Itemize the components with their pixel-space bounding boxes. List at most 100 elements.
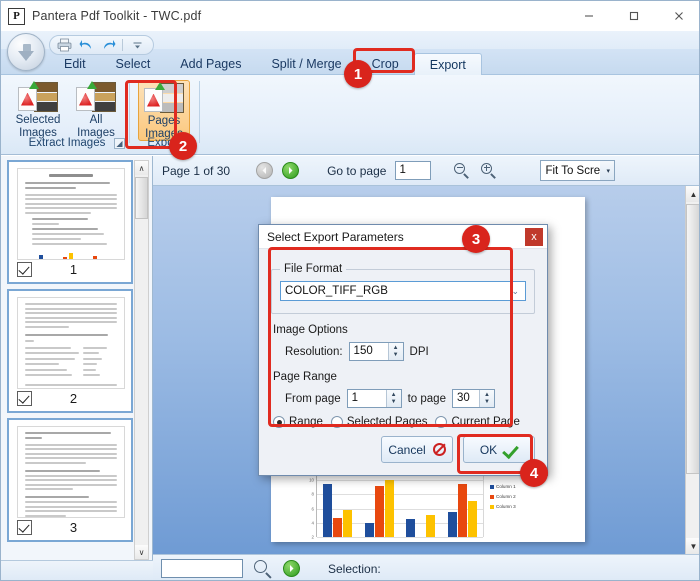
goto-page-input[interactable]: 1 [395, 161, 432, 180]
thumbnail-item-1[interactable]: 1 [7, 160, 133, 284]
ribbon-panel: Selected Images All Images Extract Image… [1, 75, 699, 155]
file-format-select[interactable]: COLOR_TIFF_RGB ⌄ [280, 281, 526, 301]
close-button[interactable] [656, 1, 699, 31]
chart-bars [317, 466, 483, 537]
next-page-button[interactable] [282, 162, 300, 179]
ribbon-button-label: Pages [147, 115, 181, 127]
ok-button[interactable]: OK [463, 436, 535, 463]
tab-edit[interactable]: Edit [49, 53, 101, 75]
chart-legend-item: Column 3 [490, 504, 516, 509]
to-page-stepper[interactable]: 30 ▲ ▼ [451, 389, 495, 408]
document-scrollbar[interactable]: ▲ ▼ [685, 186, 699, 554]
radio-selected-pages[interactable]: Selected Pages [330, 416, 427, 428]
radio-range[interactable]: Range [273, 416, 323, 428]
page-range-label: Page Range [273, 371, 337, 383]
thumbnail-checkbox[interactable] [17, 261, 32, 277]
thumbnail-item-2[interactable]: 2 [7, 289, 133, 413]
zoom-in-icon[interactable] [480, 162, 498, 180]
tab-add-pages[interactable]: Add Pages [165, 53, 256, 75]
file-format-legend: File Format [284, 263, 343, 275]
thumbnail-footer: 2 [9, 387, 131, 409]
resolution-stepper[interactable]: 150 ▲ ▼ [348, 342, 404, 361]
thumbnail-checkbox[interactable] [17, 390, 32, 406]
chart-bar [343, 510, 353, 537]
chevron-down-icon[interactable]: ⌄ [511, 286, 519, 297]
go-arrow-icon[interactable] [283, 560, 300, 577]
from-page-stepper[interactable]: 1 ▲ ▼ [346, 389, 402, 408]
ribbon-button-all-images[interactable]: All Images [69, 80, 123, 139]
previous-page-button[interactable] [256, 162, 274, 179]
zoom-out-icon[interactable] [453, 162, 471, 180]
tab-export[interactable]: Export [413, 53, 482, 75]
legend-label: Column 1 [496, 484, 516, 489]
chart-bar-group [323, 466, 353, 537]
annotation-badge-3: 3 [462, 225, 490, 253]
from-page-spin-buttons[interactable]: ▲ ▼ [385, 390, 401, 407]
cancel-button[interactable]: Cancel [381, 436, 453, 463]
thumbnail-list[interactable]: 1 2 3 [7, 160, 135, 560]
chart-ytick: 10 [309, 477, 314, 483]
page-range-row: From page 1 ▲ ▼ to page 30 ▲ ▼ [285, 389, 535, 408]
dialog-launcher-icon[interactable]: ◢ [114, 138, 125, 149]
legend-label: Column 3 [496, 504, 516, 509]
radio-current-page[interactable]: Current Page [435, 416, 520, 428]
annotation-badge-2: 2 [169, 132, 197, 160]
export-arrow-icon [87, 81, 97, 89]
chart-bar [406, 518, 416, 537]
thumbnail-preview [17, 297, 125, 389]
chart-ytick: 4 [311, 520, 314, 526]
scroll-down-button[interactable]: ▼ [686, 538, 699, 554]
thumb-bullet-list [25, 217, 117, 246]
chart-ytick: 8 [311, 491, 314, 497]
pages-images-icon [144, 82, 184, 115]
scroll-down-button[interactable]: ∨ [135, 545, 148, 559]
chart-bar [333, 518, 343, 537]
thumbnail-item-3[interactable]: 3 [7, 418, 133, 542]
export-parameters-dialog: Select Export Parameters x File Format C… [258, 224, 548, 476]
legend-swatch [490, 484, 494, 489]
scrollbar-thumb[interactable] [686, 204, 699, 474]
minimize-button[interactable] [566, 1, 611, 31]
tab-split-merge[interactable]: Split / Merge [256, 53, 356, 75]
thumbnail-checkbox[interactable] [17, 519, 32, 535]
chart-legend: Column 1 Column 2 Column 3 [490, 484, 516, 514]
status-bar: Selection: [153, 554, 699, 580]
scroll-up-button[interactable]: ∧ [135, 161, 148, 175]
tab-select[interactable]: Select [101, 53, 166, 75]
ribbon-button-selected-images[interactable]: Selected Images [11, 80, 65, 139]
radio-dot[interactable] [273, 416, 285, 428]
resolution-row: Resolution: 150 ▲ ▼ DPI [285, 342, 535, 361]
zoom-mode-select[interactable]: Fit To Scre ▾ [540, 160, 616, 181]
radio-dot[interactable] [330, 416, 343, 428]
page-range-radio-group: Range Selected Pages Current Page [273, 416, 535, 428]
search-input[interactable] [161, 559, 243, 578]
magnifier-icon[interactable] [253, 559, 273, 579]
ribbon-group-divider [199, 81, 200, 143]
app-icon: P [8, 7, 25, 25]
to-page-spin-buttons[interactable]: ▲ ▼ [478, 390, 494, 407]
cancel-icon [432, 443, 446, 456]
dialog-title: Select Export Parameters [267, 229, 404, 244]
from-page-input[interactable]: 1 [348, 390, 386, 407]
scroll-up-button[interactable]: ▲ [686, 186, 699, 202]
ribbon-tabs: Edit Select Add Pages Split / Merge Crop… [1, 49, 482, 75]
export-arrow-icon [155, 82, 165, 90]
to-page-input[interactable]: 30 [453, 390, 479, 407]
chevron-down-icon[interactable]: ▾ [600, 161, 615, 180]
thumbnail-footer: 3 [9, 516, 131, 538]
chart-ytick: 6 [311, 506, 314, 512]
dpi-label: DPI [409, 345, 429, 358]
chart-bar [364, 522, 374, 537]
resolution-input[interactable]: 150 [350, 343, 388, 360]
resolution-spin-buttons[interactable]: ▲ ▼ [387, 343, 403, 360]
thumbnail-scrollbar[interactable]: ∧ ∨ [134, 160, 149, 560]
chart-bar [384, 480, 394, 537]
dialog-close-button[interactable]: x [525, 228, 543, 246]
legend-swatch [490, 494, 494, 499]
viewer-toolbar: Page 1 of 30 Go to page 1 Fit To Scre ▾ [153, 156, 699, 186]
maximize-button[interactable] [611, 1, 656, 31]
radio-dot[interactable] [435, 416, 448, 428]
application-window: P Pantera Pdf Toolkit - TWC.pdf Edit Sel… [0, 0, 700, 581]
scrollbar-thumb[interactable] [135, 177, 148, 219]
chart-bar-group [447, 466, 477, 537]
